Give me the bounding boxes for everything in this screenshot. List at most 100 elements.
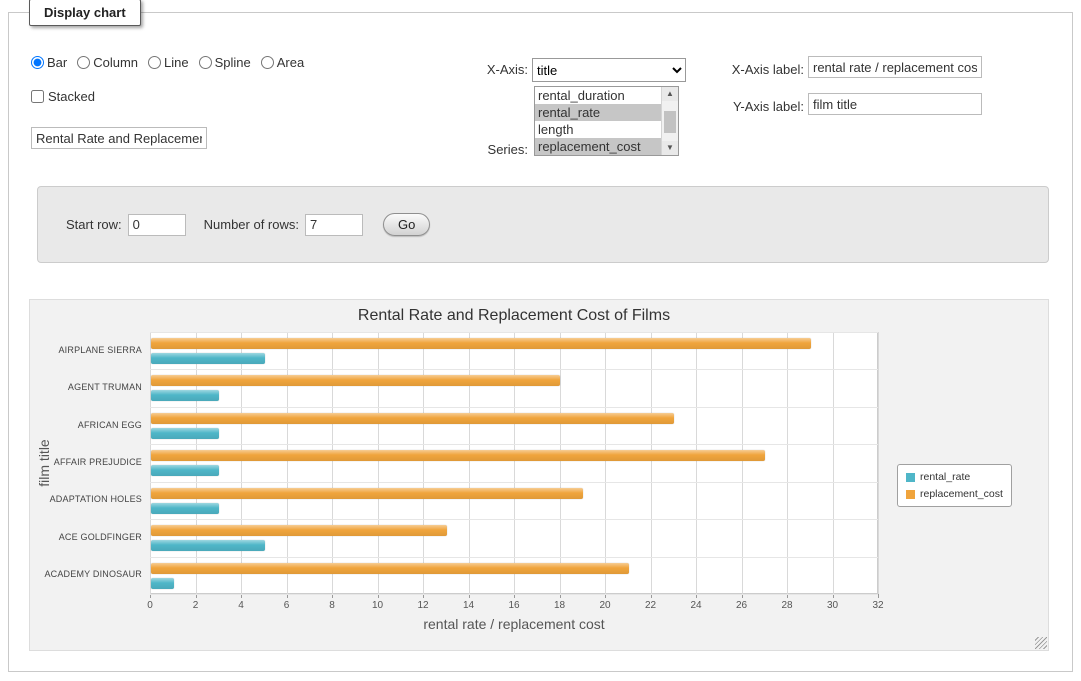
chart-type-option-bar[interactable]: Bar	[31, 55, 67, 70]
legend-label: rental_rate	[920, 471, 970, 483]
scroll-down-arrow[interactable]: ▼	[662, 141, 678, 155]
x-tick-label: 26	[727, 600, 757, 611]
chart-title: Rental Rate and Replacement Cost of Film…	[150, 307, 878, 325]
bar-rental_rate	[151, 390, 219, 401]
legend-item-rental_rate[interactable]: rental_rate	[906, 471, 1003, 483]
category-label: AFRICAN EGG	[30, 420, 142, 430]
chart-type-label: Spline	[215, 55, 251, 70]
x-tick-label: 28	[772, 600, 802, 611]
x-axis-select[interactable]: title	[532, 58, 686, 82]
y-gridline	[150, 482, 878, 483]
y-axis-label-input[interactable]	[808, 93, 982, 115]
x-gridline	[605, 332, 606, 594]
x-axis-select-label: X-Axis:	[439, 62, 528, 77]
x-gridline	[150, 332, 151, 594]
x-gridline	[514, 332, 515, 594]
x-gridline	[469, 332, 470, 594]
category-label: ACE GOLDFINGER	[30, 532, 142, 542]
x-tick-label: 22	[636, 600, 666, 611]
series-select-label: Series:	[439, 142, 528, 157]
bar-replacement_cost	[151, 375, 560, 386]
listbox-scrollbar[interactable]: ▲ ▼	[661, 87, 678, 155]
stacked-label[interactable]: Stacked	[48, 89, 95, 104]
bar-replacement_cost	[151, 525, 447, 536]
y-gridline	[150, 407, 878, 408]
x-tick-label: 30	[818, 600, 848, 611]
chart-type-option-column[interactable]: Column	[77, 55, 138, 70]
x-tick-label: 16	[499, 600, 529, 611]
series-option-replacement_cost[interactable]: replacement_cost	[535, 138, 661, 155]
chart-type-radio-column[interactable]	[77, 56, 90, 69]
x-tick-label: 6	[272, 600, 302, 611]
x-tickmark	[878, 594, 879, 598]
series-listbox-items: rental_durationrental_ratelengthreplacem…	[535, 87, 661, 155]
bar-replacement_cost	[151, 450, 765, 461]
category-label: ADAPTATION HOLES	[30, 494, 142, 504]
x-gridline	[287, 332, 288, 594]
category-label: AGENT TRUMAN	[30, 382, 142, 392]
go-button[interactable]: Go	[383, 213, 430, 236]
x-gridline	[332, 332, 333, 594]
x-gridline	[742, 332, 743, 594]
x-tick-label: 18	[545, 600, 575, 611]
legend-swatch	[906, 473, 915, 482]
legend-item-replacement_cost[interactable]: replacement_cost	[906, 488, 1003, 500]
bar-rental_rate	[151, 540, 265, 551]
y-gridline	[150, 332, 878, 333]
chart-type-option-line[interactable]: Line	[148, 55, 189, 70]
y-gridline	[150, 557, 878, 558]
bar-rental_rate	[151, 428, 219, 439]
chart-legend: rental_rate replacement_cost	[897, 464, 1012, 507]
x-gridline	[423, 332, 424, 594]
chart-type-option-spline[interactable]: Spline	[199, 55, 251, 70]
rows-panel: Start row: Number of rows: Go	[37, 186, 1049, 263]
num-rows-label: Number of rows:	[204, 217, 299, 232]
chart-type-radio-spline[interactable]	[199, 56, 212, 69]
stacked-checkbox[interactable]	[31, 90, 44, 103]
bar-rental_rate	[151, 353, 265, 364]
x-axis-label-input[interactable]	[808, 56, 982, 78]
chart-type-label: Column	[93, 55, 138, 70]
bar-rental_rate	[151, 465, 219, 476]
category-label: ACADEMY DINOSAUR	[30, 569, 142, 579]
chart-type-radio-line[interactable]	[148, 56, 161, 69]
x-gridline	[651, 332, 652, 594]
bar-rental_rate	[151, 503, 219, 514]
bar-replacement_cost	[151, 488, 583, 499]
chart-title-input[interactable]	[31, 127, 207, 149]
scroll-thumb[interactable]	[664, 111, 676, 133]
y-gridline	[150, 444, 878, 445]
x-gridline	[560, 332, 561, 594]
num-rows-input[interactable]	[305, 214, 363, 236]
chart-type-label: Bar	[47, 55, 67, 70]
chart-type-option-area[interactable]: Area	[261, 55, 304, 70]
chart-type-radio-bar[interactable]	[31, 56, 44, 69]
chart-type-radio-area[interactable]	[261, 56, 274, 69]
x-tick-label: 2	[181, 600, 211, 611]
legend-label: replacement_cost	[920, 488, 1003, 500]
series-listbox[interactable]: rental_durationrental_ratelengthreplacem…	[534, 86, 679, 156]
x-gridline	[833, 332, 834, 594]
x-axis-title: rental rate / replacement cost	[150, 616, 878, 632]
x-tick-label: 4	[226, 600, 256, 611]
x-tick-label: 24	[681, 600, 711, 611]
resize-handle-icon[interactable]	[1035, 637, 1047, 649]
series-option-rental_rate[interactable]: rental_rate	[535, 104, 661, 121]
x-tick-label: 14	[454, 600, 484, 611]
start-row-input[interactable]	[128, 214, 186, 236]
start-row-label: Start row:	[66, 217, 122, 232]
bar-replacement_cost	[151, 413, 674, 424]
series-option-rental_duration[interactable]: rental_duration	[535, 87, 661, 104]
x-tick-label: 10	[363, 600, 393, 611]
panel-title: Display chart	[29, 0, 141, 26]
x-tick-label: 20	[590, 600, 620, 611]
x-gridline	[196, 332, 197, 594]
chart-type-group: Bar Column Line Spline Area	[31, 55, 304, 70]
series-option-length[interactable]: length	[535, 121, 661, 138]
y-gridline	[150, 369, 878, 370]
category-label: AIRPLANE SIERRA	[30, 345, 142, 355]
category-label: AFFAIR PREJUDICE	[30, 457, 142, 467]
x-axis-label-label: X-Axis label:	[669, 62, 804, 77]
x-gridline	[241, 332, 242, 594]
display-chart-panel: Display chart BarColumnLineSplineArea St…	[8, 12, 1073, 672]
